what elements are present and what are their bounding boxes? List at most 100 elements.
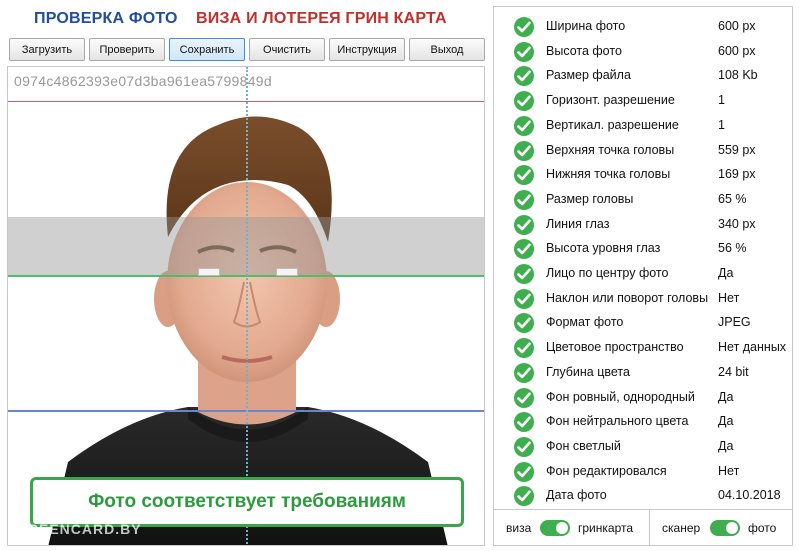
save-button[interactable]: Сохранить bbox=[169, 38, 245, 61]
check-value: 65 % bbox=[718, 191, 747, 206]
check-ok-icon bbox=[514, 387, 534, 408]
check-label: Ширина фото bbox=[546, 19, 626, 33]
check-row: Размер головы 65 % bbox=[494, 188, 792, 212]
check-ok-icon bbox=[514, 412, 534, 433]
load-button[interactable]: Загрузить bbox=[9, 38, 85, 61]
check-row: Глубина цвета 24 bit bbox=[494, 361, 792, 385]
check-label: Дата фото bbox=[546, 488, 607, 503]
check-row: Вертикал. разрешение 1 bbox=[494, 114, 792, 138]
check-value: Нет данных bbox=[718, 340, 787, 355]
check-label: Вертикал. разрешение bbox=[546, 117, 679, 132]
check-value: 1 bbox=[718, 117, 725, 132]
check-value: Нет bbox=[718, 290, 740, 305]
check-value: 108 Kb bbox=[718, 68, 758, 83]
check-label: Линия глаз bbox=[546, 216, 610, 231]
check-row: Высота уровня глаз 56 % bbox=[494, 237, 792, 261]
check-value: 56 % bbox=[718, 241, 747, 256]
right-eye-marker bbox=[276, 268, 298, 276]
check-row: Фон редактировался Нет bbox=[494, 460, 792, 484]
checks-panel: Ширина фото 600 px Высота фото 600 px Размер… bbox=[493, 6, 793, 546]
check-row: Фон светлый Да bbox=[494, 435, 792, 459]
check-value: Да bbox=[718, 389, 734, 404]
check-value: 600 px bbox=[718, 19, 756, 33]
check-label: Размер файла bbox=[546, 68, 631, 83]
toolbar: Загрузить Проверить Сохранить Очистить И… bbox=[9, 38, 487, 62]
check-ok-icon bbox=[514, 91, 534, 112]
check-value: 559 px bbox=[718, 142, 756, 157]
check-label: Наклон или поворот головы bbox=[546, 290, 709, 305]
watermark: GREENCARD.BY bbox=[16, 521, 142, 537]
switch-label-scanner: сканер bbox=[662, 521, 701, 535]
check-ok-icon bbox=[514, 264, 534, 284]
check-ok-icon bbox=[514, 189, 534, 210]
check-row: Линия глаз 340 px bbox=[494, 213, 792, 237]
check-ok-icon bbox=[514, 338, 534, 359]
switch-divider bbox=[649, 510, 650, 546]
check-row: Горизонт. разрешение 1 bbox=[494, 89, 792, 113]
check-row: Нижняя точка головы 169 px bbox=[494, 163, 792, 187]
check-row: Размер файла 108 Kb bbox=[494, 64, 792, 88]
check-row: Верхняя точка головы 559 px bbox=[494, 139, 792, 163]
check-ok-icon bbox=[514, 239, 534, 260]
check-ok-icon bbox=[514, 461, 534, 482]
check-ok-icon bbox=[514, 165, 534, 186]
check-label: Высота уровня глаз bbox=[546, 241, 661, 256]
instructions-button[interactable]: Инструкция bbox=[329, 38, 405, 61]
scanner-photo-toggle[interactable] bbox=[710, 520, 740, 536]
check-ok-icon bbox=[514, 214, 534, 235]
check-value: Да bbox=[718, 414, 734, 429]
left-eye-marker bbox=[198, 268, 220, 276]
check-label: Верхняя точка головы bbox=[546, 142, 675, 157]
photo-checker-app: ПРОВЕРКА ФОТО ВИЗА И ЛОТЕРЕЯ ГРИН КАРТА … bbox=[0, 0, 800, 551]
result-banner: Фото соответствует требованиям bbox=[30, 477, 464, 527]
check-ok-icon bbox=[514, 362, 534, 383]
check-ok-icon bbox=[514, 436, 534, 457]
check-value: JPEG bbox=[718, 315, 751, 330]
check-label: Глубина цвета bbox=[546, 364, 630, 379]
check-value: Нет bbox=[718, 463, 740, 478]
check-row: Цветовое пространство Нет данных bbox=[494, 336, 792, 360]
check-label: Фон светлый bbox=[546, 438, 621, 453]
switch-label-photo: фото bbox=[748, 521, 777, 535]
check-ok-icon bbox=[514, 115, 534, 136]
check-row: Наклон или поворот головы Нет bbox=[494, 287, 792, 311]
check-ok-icon bbox=[514, 313, 534, 334]
exit-button[interactable]: Выход bbox=[409, 38, 485, 61]
app-title: ПРОВЕРКА ФОТО bbox=[34, 10, 178, 27]
check-label: Горизонт. разрешение bbox=[546, 93, 675, 108]
file-hash: 0974c4862393e07d3ba961ea5799849d bbox=[14, 73, 272, 89]
check-ok-icon bbox=[514, 140, 534, 161]
check-label: Лицо по центру фото bbox=[546, 266, 669, 280]
check-label: Фон редактировался bbox=[546, 463, 667, 478]
check-row: Фон ровный, однородный Да bbox=[494, 386, 792, 410]
check-ok-icon bbox=[514, 66, 534, 87]
check-value: 600 px bbox=[718, 43, 756, 58]
check-label: Цветовое пространство bbox=[546, 340, 684, 355]
switch-label-visa: виза bbox=[506, 521, 532, 535]
app-subtitle: ВИЗА И ЛОТЕРЕЯ ГРИН КАРТА bbox=[196, 10, 447, 27]
check-value: Да bbox=[718, 438, 734, 453]
check-value: 340 px bbox=[718, 216, 756, 231]
check-value: 24 bit bbox=[718, 364, 749, 379]
check-label: Нижняя точка головы bbox=[546, 167, 671, 182]
check-ok-icon bbox=[514, 486, 534, 507]
check-ok-icon bbox=[514, 17, 534, 37]
check-value: 169 px bbox=[718, 167, 756, 182]
mode-switch-bar: виза гринкарта сканер фото bbox=[494, 509, 792, 546]
check-label: Фон нейтрального цвета bbox=[546, 414, 689, 429]
photo-preview: 0974c4862393e07d3ba961ea5799849d Фото со… bbox=[7, 66, 485, 546]
check-button[interactable]: Проверить bbox=[89, 38, 165, 61]
check-value: 04.10.2018 bbox=[718, 488, 781, 503]
check-row: Формат фото JPEG bbox=[494, 311, 792, 335]
check-row: Лицо по центру фото Да bbox=[494, 262, 792, 286]
header: ПРОВЕРКА ФОТО ВИЗА И ЛОТЕРЕЯ ГРИН КАРТА bbox=[0, 4, 490, 34]
check-row: Ширина фото 600 px bbox=[494, 15, 792, 39]
visa-greencard-toggle[interactable] bbox=[540, 520, 570, 536]
clear-button[interactable]: Очистить bbox=[249, 38, 325, 61]
check-row: Фон нейтрального цвета Да bbox=[494, 410, 792, 434]
check-label: Формат фото bbox=[546, 315, 624, 330]
check-label: Фон ровный, однородный bbox=[546, 389, 695, 404]
check-label: Размер головы bbox=[546, 191, 634, 206]
check-row: Дата фото 04.10.2018 bbox=[494, 484, 792, 508]
center-guide bbox=[246, 67, 248, 545]
